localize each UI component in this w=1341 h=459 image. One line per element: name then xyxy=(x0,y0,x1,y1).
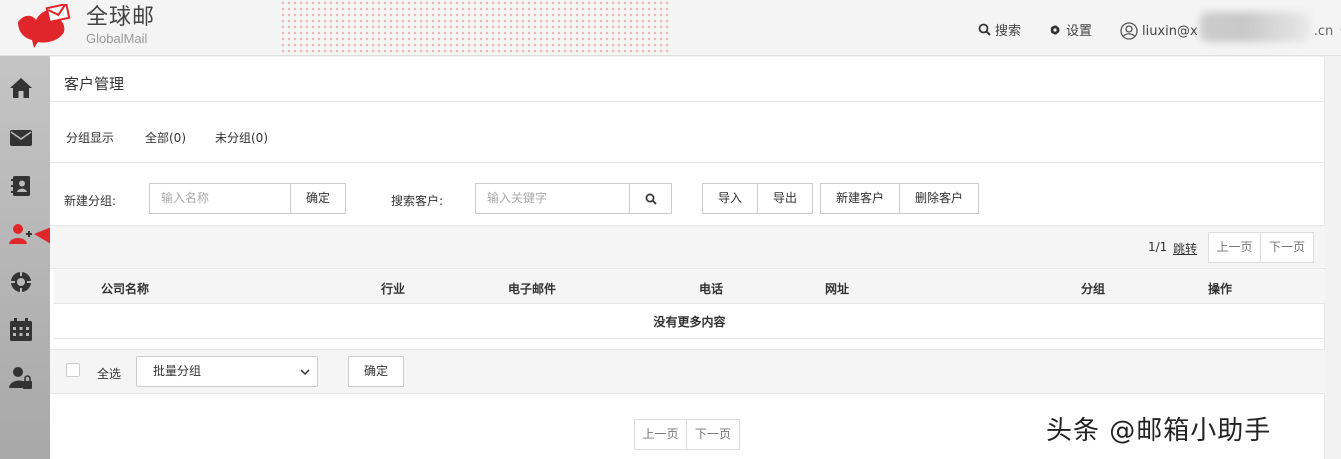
mail-icon xyxy=(10,130,32,146)
add-customer-icon xyxy=(9,224,32,244)
contacts-book-icon xyxy=(11,176,30,196)
world-map-decoration xyxy=(280,0,670,56)
user-email-suffix: .cn xyxy=(1313,23,1334,39)
delete-customer-button[interactable]: 删除客户 xyxy=(899,183,979,214)
top-header: 全球邮 GlobalMail 搜索 设置 liuxin@x .cn xyxy=(0,0,1341,56)
search-button[interactable] xyxy=(629,183,672,214)
sidebar-item-explore[interactable] xyxy=(7,268,35,296)
compass-icon xyxy=(10,271,32,293)
bottom-prev-page-button[interactable]: 上一页 xyxy=(634,419,687,450)
logo[interactable]: 全球邮 GlobalMail xyxy=(14,4,155,48)
calendar-icon xyxy=(10,318,32,341)
batch-confirm-button[interactable]: 确定 xyxy=(348,356,404,387)
column-website: 网址 xyxy=(825,282,850,296)
header-search-label: 搜索 xyxy=(995,24,1022,39)
export-button[interactable]: 导出 xyxy=(757,183,813,214)
bottom-next-page-button[interactable]: 下一页 xyxy=(686,419,740,450)
tab-all-groups[interactable]: 全部(0) xyxy=(145,129,186,146)
prev-page-button[interactable]: 上一页 xyxy=(1208,232,1261,263)
header-settings-link[interactable]: 设置 xyxy=(1048,20,1092,39)
column-email: 电子邮件 xyxy=(508,282,557,296)
watermark-text: 头条 @邮箱小助手 xyxy=(1046,416,1272,446)
gear-icon xyxy=(1050,24,1060,35)
page-info: 1/1 xyxy=(1148,240,1168,254)
sidebar-item-calendar[interactable] xyxy=(7,316,35,344)
new-group-input[interactable]: 输入名称 xyxy=(149,183,291,214)
jump-link[interactable]: 跳转 xyxy=(1173,240,1197,257)
user-avatar-icon xyxy=(1120,22,1138,40)
column-actions: 操作 xyxy=(1208,282,1233,296)
table-empty-message: 没有更多内容 xyxy=(54,305,1325,339)
top-pager-bar: 1/1 跳转 上一页 下一页 xyxy=(50,225,1325,269)
column-phone: 电话 xyxy=(699,282,724,296)
new-customer-button[interactable]: 新建客户 xyxy=(820,183,900,214)
tab-ungrouped[interactable]: 未分组(0) xyxy=(215,129,268,146)
user-email-prefix: liuxin@x xyxy=(1142,23,1198,39)
blurred-email xyxy=(1199,12,1310,42)
chevron-down-icon xyxy=(300,369,310,376)
select-all-label: 全选 xyxy=(97,367,122,381)
sidebar-item-home[interactable] xyxy=(7,74,35,102)
divider xyxy=(50,162,1325,163)
sidebar-item-contacts[interactable] xyxy=(7,172,35,200)
sidebar-item-account-security[interactable] xyxy=(7,364,35,392)
header-settings-label: 设置 xyxy=(1066,24,1093,39)
next-page-button[interactable]: 下一页 xyxy=(1260,232,1314,263)
column-company-name: 公司名称 xyxy=(101,282,150,296)
column-industry: 行业 xyxy=(381,282,406,296)
user-lock-icon xyxy=(9,367,32,389)
page-title: 客户管理 xyxy=(64,75,125,93)
import-button[interactable]: 导入 xyxy=(702,183,758,214)
search-customer-label: 搜索客户: xyxy=(391,194,444,208)
select-all-checkbox[interactable] xyxy=(66,363,80,377)
header-search-link[interactable]: 搜索 xyxy=(978,20,1021,39)
logo-subtitle: GlobalMail xyxy=(86,31,148,46)
user-menu[interactable]: liuxin@x .cn xyxy=(1120,12,1341,42)
sidebar-item-mail[interactable] xyxy=(7,124,35,152)
home-icon xyxy=(10,78,32,98)
customer-management-panel: 客户管理 分组显示 全部(0) 未分组(0) 新建分组: 输入名称 确定 搜索客… xyxy=(50,57,1325,459)
group-display-label: 分组显示 xyxy=(66,131,115,145)
search-icon xyxy=(978,23,991,36)
sidebar-item-customer-management[interactable] xyxy=(7,220,35,248)
new-group-label: 新建分组: xyxy=(64,194,117,208)
search-customer-input[interactable]: 输入关键字 xyxy=(475,183,630,214)
batch-action-bar: 全选 批量分组 确定 xyxy=(50,349,1325,394)
logo-title: 全球邮 xyxy=(86,5,156,30)
bird-logo-icon xyxy=(18,4,71,48)
batch-group-selected: 批量分组 xyxy=(153,364,202,378)
new-group-confirm-button[interactable]: 确定 xyxy=(290,183,346,214)
column-group: 分组 xyxy=(1081,282,1106,296)
batch-group-select[interactable]: 批量分组 xyxy=(136,356,318,387)
search-icon xyxy=(645,193,657,205)
table-header: 公司名称 行业 电子邮件 电话 网址 分组 操作 xyxy=(54,270,1325,304)
divider xyxy=(50,101,1325,102)
left-sidebar xyxy=(0,56,50,459)
